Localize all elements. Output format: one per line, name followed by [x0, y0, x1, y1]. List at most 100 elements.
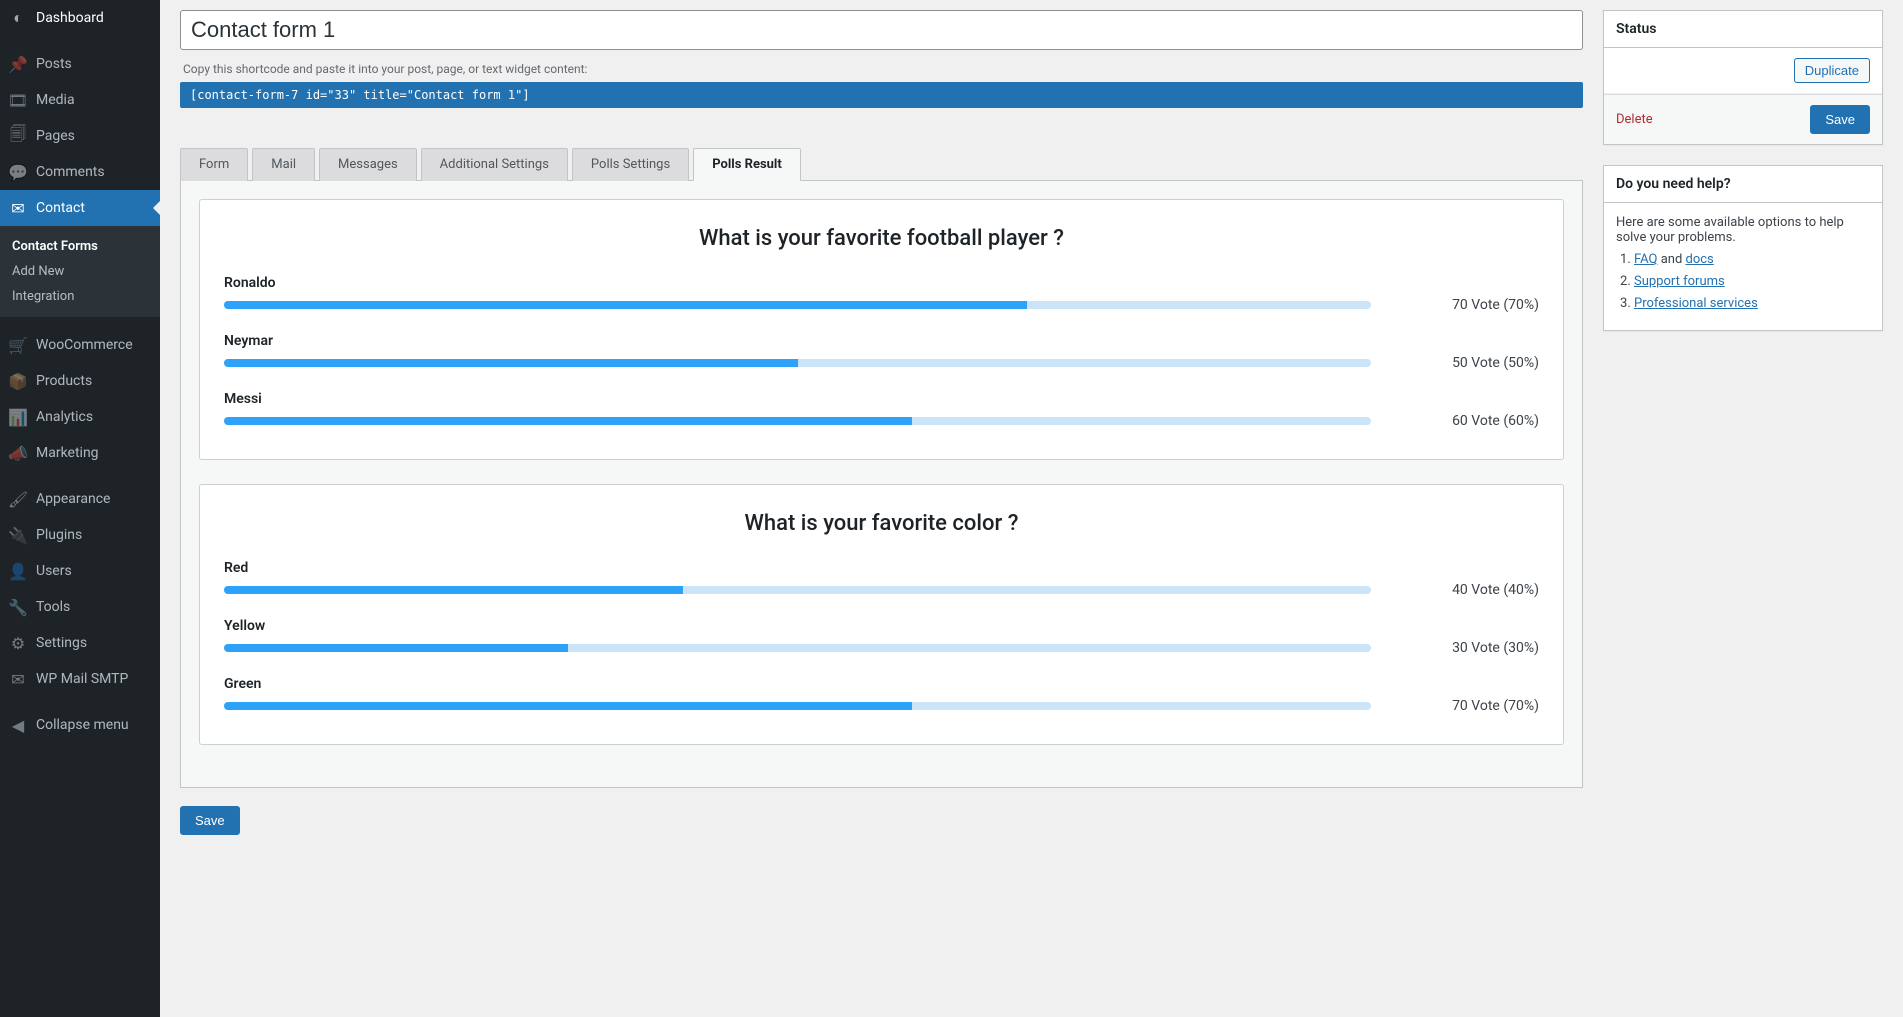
- progress-fill: [224, 359, 798, 367]
- polls-result-panel: What is your favorite football player ? …: [180, 181, 1583, 788]
- poll-option-label: Ronaldo: [224, 275, 1539, 291]
- poll-card-2: What is your favorite color ? Red 40 Vot…: [199, 484, 1564, 745]
- poll-row: Ronaldo 70 Vote (70%): [224, 265, 1539, 313]
- delete-link[interactable]: Delete: [1616, 112, 1653, 127]
- sidebar-analytics[interactable]: 📊 Analytics: [0, 399, 160, 435]
- sidebar-item-label: Pages: [36, 128, 75, 144]
- tab-additional-settings[interactable]: Additional Settings: [421, 148, 568, 181]
- comment-icon: 💬: [8, 162, 28, 182]
- poll-question: What is your favorite football player ?: [224, 226, 1539, 251]
- collapse-icon: ◀: [8, 715, 28, 735]
- tab-polls-settings[interactable]: Polls Settings: [572, 148, 689, 181]
- poll-vote-text: 40 Vote (40%): [1389, 582, 1539, 598]
- progress-track: [224, 644, 1371, 652]
- tab-mail[interactable]: Mail: [252, 148, 315, 181]
- sidebar-marketing[interactable]: 📣 Marketing: [0, 435, 160, 471]
- shortcode-hint: Copy this shortcode and paste it into yo…: [183, 62, 1580, 76]
- sidebar-settings[interactable]: ⚙ Settings: [0, 625, 160, 661]
- sidebar-pages[interactable]: 🗐 Pages: [0, 118, 160, 154]
- sidebar-comments[interactable]: 💬 Comments: [0, 154, 160, 190]
- poll-row: Neymar 50 Vote (50%): [224, 323, 1539, 371]
- sidebar-contact[interactable]: ✉ Contact: [0, 190, 160, 226]
- tab-polls-result[interactable]: Polls Result: [693, 148, 801, 181]
- tab-form[interactable]: Form: [180, 148, 248, 181]
- save-button[interactable]: Save: [180, 806, 240, 835]
- progress-track: [224, 702, 1371, 710]
- poll-card-1: What is your favorite football player ? …: [199, 199, 1564, 460]
- sidebar-tools[interactable]: 🔧 Tools: [0, 589, 160, 625]
- sidebar-item-label: Dashboard: [36, 10, 104, 26]
- professional-services-link[interactable]: Professional services: [1634, 296, 1758, 311]
- save-button-side[interactable]: Save: [1810, 105, 1870, 134]
- sidebar-contact-submenu: Contact Forms Add New Integration: [0, 226, 160, 317]
- help-intro: Here are some available options to help …: [1616, 215, 1870, 245]
- progress-track: [224, 301, 1371, 309]
- progress-fill: [224, 586, 683, 594]
- poll-row: Yellow 30 Vote (30%): [224, 608, 1539, 656]
- sidebar-products[interactable]: 📦 Products: [0, 363, 160, 399]
- sidebar-item-label: Users: [36, 563, 72, 579]
- poll-row: Messi 60 Vote (60%): [224, 381, 1539, 429]
- sidebar-posts[interactable]: 📌 Posts: [0, 46, 160, 82]
- faq-link[interactable]: FAQ: [1634, 252, 1657, 267]
- sidebar-item-label: Plugins: [36, 527, 82, 543]
- docs-link[interactable]: docs: [1686, 252, 1714, 267]
- sidebar-woocommerce[interactable]: 🛒 WooCommerce: [0, 327, 160, 363]
- sidebar-item-label: Collapse menu: [36, 717, 129, 733]
- pages-icon: 🗐: [8, 126, 28, 146]
- sidebar-item-label: Products: [36, 373, 92, 389]
- plugin-icon: 🔌: [8, 525, 28, 545]
- sidebar-users[interactable]: 👤 Users: [0, 553, 160, 589]
- poll-option-label: Red: [224, 560, 1539, 576]
- media-icon: 🎞: [8, 90, 28, 110]
- poll-row: Green 70 Vote (70%): [224, 666, 1539, 714]
- sidebar-appearance[interactable]: 🖌 Appearance: [0, 481, 160, 517]
- poll-vote-text: 30 Vote (30%): [1389, 640, 1539, 656]
- poll-option-label: Messi: [224, 391, 1539, 407]
- poll-question: What is your favorite color ?: [224, 511, 1539, 536]
- sidebar-subitem-forms[interactable]: Contact Forms: [0, 234, 160, 259]
- sidebar-item-label: Tools: [36, 599, 70, 615]
- tab-messages[interactable]: Messages: [319, 148, 417, 181]
- poll-vote-text: 70 Vote (70%): [1389, 698, 1539, 714]
- sidebar-item-label: Appearance: [36, 491, 110, 507]
- users-icon: 👤: [8, 561, 28, 581]
- shortcode-box[interactable]: [contact-form-7 id="33" title="Contact f…: [180, 82, 1583, 108]
- help-item: Support forums: [1634, 274, 1870, 289]
- sidebar-plugins[interactable]: 🔌 Plugins: [0, 517, 160, 553]
- duplicate-button[interactable]: Duplicate: [1794, 58, 1870, 83]
- sidebar-dashboard[interactable]: ◐ Dashboard: [0, 0, 160, 36]
- products-icon: 📦: [8, 371, 28, 391]
- poll-vote-text: 70 Vote (70%): [1389, 297, 1539, 313]
- pin-icon: 📌: [8, 54, 28, 74]
- mail-icon: ✉: [8, 198, 28, 218]
- tools-icon: 🔧: [8, 597, 28, 617]
- poll-row: Red 40 Vote (40%): [224, 550, 1539, 598]
- sidebar-item-label: Marketing: [36, 445, 99, 461]
- admin-sidebar: ◐ Dashboard 📌 Posts 🎞 Media 🗐 Pages 💬 Co…: [0, 0, 160, 1017]
- status-box: Status Duplicate Delete Save: [1603, 10, 1883, 145]
- support-forums-link[interactable]: Support forums: [1634, 274, 1725, 289]
- sidebar-subitem-addnew[interactable]: Add New: [0, 259, 160, 284]
- sidebar-media[interactable]: 🎞 Media: [0, 82, 160, 118]
- form-title-input[interactable]: [180, 10, 1583, 50]
- progress-fill: [224, 644, 568, 652]
- sidebar-item-label: WP Mail SMTP: [36, 671, 128, 687]
- sidebar-collapse[interactable]: ◀ Collapse menu: [0, 707, 160, 743]
- poll-option-label: Neymar: [224, 333, 1539, 349]
- sidebar-item-label: WooCommerce: [36, 337, 133, 353]
- sidebar-subitem-integration[interactable]: Integration: [0, 284, 160, 309]
- help-heading: Do you need help?: [1604, 166, 1882, 203]
- progress-track: [224, 359, 1371, 367]
- sidebar-wpmailsmtp[interactable]: ✉ WP Mail SMTP: [0, 661, 160, 697]
- woocommerce-icon: 🛒: [8, 335, 28, 355]
- poll-option-label: Yellow: [224, 618, 1539, 634]
- analytics-icon: 📊: [8, 407, 28, 427]
- help-box: Do you need help? Here are some availabl…: [1603, 165, 1883, 331]
- help-item: Professional services: [1634, 296, 1870, 311]
- sidebar-item-label: Settings: [36, 635, 87, 651]
- sidebar-item-label: Contact: [36, 200, 85, 216]
- progress-track: [224, 417, 1371, 425]
- publish-sidebar: Status Duplicate Delete Save Do you need…: [1603, 10, 1883, 997]
- progress-fill: [224, 301, 1027, 309]
